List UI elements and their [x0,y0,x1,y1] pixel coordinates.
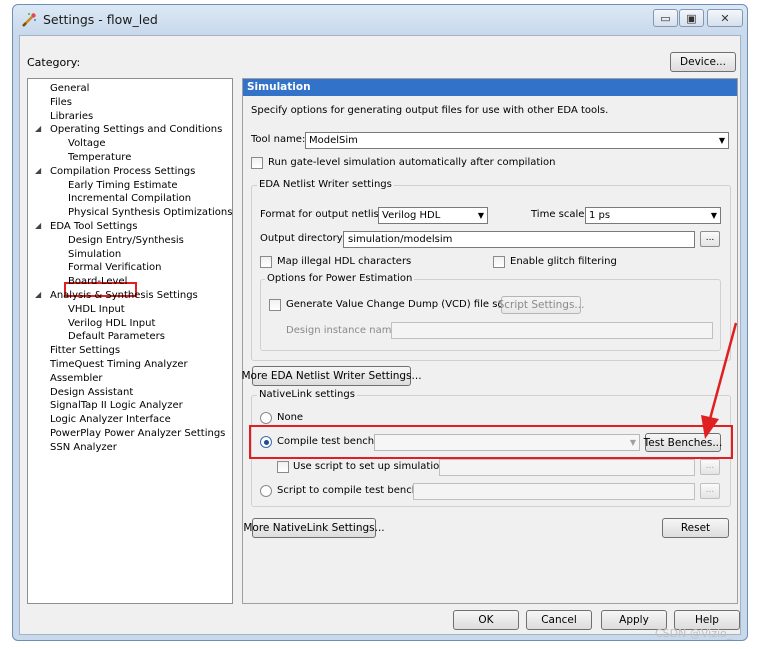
format-select[interactable]: Verilog HDL ▼ [378,207,488,224]
tree-expand-icon[interactable]: ◢ [35,166,41,175]
format-value: Verilog HDL [382,210,441,221]
window-title: Settings - flow_led [43,12,158,27]
tree-item[interactable]: General [50,82,89,96]
power-estimation-group [260,279,721,351]
settings-wand-icon [22,13,36,27]
tree-item[interactable]: Incremental Compilation [68,192,191,206]
tree-item[interactable]: Fitter Settings [50,344,120,358]
output-directory-browse-button[interactable]: ... [700,231,720,247]
time-scale-select[interactable]: 1 ps ▼ [585,207,721,224]
tree-item[interactable]: Temperature [68,151,131,165]
category-label: Category: [27,56,81,69]
glitch-filtering-label: Enable glitch filtering [510,256,617,267]
script-compile-label: Script to compile test bench: [277,485,422,496]
use-script-checkbox[interactable] [277,461,289,473]
time-scale-value: 1 ps [589,210,611,221]
nativelink-title: NativeLink settings [257,389,357,400]
design-instance-input[interactable] [391,322,713,339]
use-script-input[interactable] [439,459,695,476]
tree-item[interactable]: Design Entry/Synthesis [68,234,184,248]
output-directory-input[interactable]: simulation/modelsim [343,231,695,248]
tree-item[interactable]: Files [50,96,72,110]
tree-expand-icon[interactable]: ◢ [35,124,41,133]
dropdown-arrow-icon: ▼ [718,136,725,145]
dropdown-arrow-icon: ▼ [710,211,717,220]
tree-expand-icon[interactable]: ◢ [35,290,41,299]
cancel-button[interactable]: Cancel [526,610,592,630]
tree-item[interactable]: Physical Synthesis Optimizations [68,206,232,220]
format-label: Format for output netlist: [260,209,386,220]
vcd-checkbox[interactable] [269,299,281,311]
tool-name-select[interactable]: ModelSim ▼ [305,132,729,149]
tree-item-selected[interactable]: Simulation [68,248,121,262]
more-eda-netlist-button[interactable]: More EDA Netlist Writer Settings... [241,366,422,386]
design-instance-label: Design instance name: [286,325,401,336]
tool-name-label: Tool name: [251,134,306,145]
script-settings-button[interactable]: Script Settings... [498,296,584,314]
script-compile-radio[interactable] [260,485,272,497]
script-compile-input[interactable] [413,483,695,500]
tree-item[interactable]: EDA Tool Settings [50,220,137,234]
tree-item[interactable]: Design Assistant [50,386,133,400]
tree-item[interactable]: Board-Level [68,275,127,289]
tree-item[interactable]: Early Timing Estimate [68,179,178,193]
category-tree[interactable]: General Files Libraries ◢ Operating Settings… [27,78,233,604]
tree-item[interactable]: Analysis & Synthesis Settings [50,289,198,303]
device-button[interactable]: Device... [670,52,736,72]
tree-item[interactable]: SSN Analyzer [50,441,117,455]
use-script-label: Use script to set up simulation: [293,461,449,472]
map-illegal-label: Map illegal HDL characters [277,256,412,267]
panel-description: Specify options for generating output fi… [251,105,609,116]
tree-item[interactable]: Verilog HDL Input [68,317,155,331]
title-bar: Settings - flow_led ▭ ▣ ✕ [13,5,747,35]
compile-test-bench-highlight-box [249,425,733,459]
dropdown-arrow-icon: ▼ [477,211,484,220]
map-illegal-checkbox[interactable] [260,256,272,268]
none-label: None [277,412,304,423]
output-directory-label: Output directory: [260,233,346,244]
watermark: CSDN @Vizio_ [655,627,733,640]
close-icon: ✕ [720,11,730,25]
run-gate-level-checkbox[interactable] [251,157,263,169]
power-estimation-title: Options for Power Estimation [265,273,415,284]
minimize-button[interactable]: ▭ [653,9,678,27]
tree-item[interactable]: Operating Settings and Conditions [50,123,222,137]
use-script-browse-button[interactable]: ... [700,459,720,475]
more-nativelink-button[interactable]: More NativeLink Settings... [243,518,385,538]
simulation-panel: Simulation Specify options for generatin… [241,78,738,604]
glitch-filtering-checkbox[interactable] [493,256,505,268]
ok-button[interactable]: OK [453,610,519,630]
tree-expand-icon[interactable]: ◢ [35,221,41,230]
tool-name-value: ModelSim [309,135,358,146]
script-compile-browse-button[interactable]: ... [700,483,720,499]
settings-window: Settings - flow_led ▭ ▣ ✕ Category: Devi… [12,4,748,641]
tree-item[interactable]: Compilation Process Settings [50,165,195,179]
close-button[interactable]: ✕ [707,9,743,27]
reset-button[interactable]: Reset [662,518,729,538]
annotation-arrow-icon [701,322,738,439]
minimize-icon: ▭ [660,11,671,25]
tree-item[interactable]: Formal Verification [68,261,161,275]
maximize-button[interactable]: ▣ [679,9,704,27]
tree-item[interactable]: TimeQuest Timing Analyzer [50,358,188,372]
vcd-label: Generate Value Change Dump (VCD) file sc… [286,299,521,310]
tree-item[interactable]: Assembler [50,372,103,386]
tree-item[interactable]: Voltage [68,137,106,151]
tree-item[interactable]: VHDL Input [68,303,125,317]
panel-header: Simulation [243,79,737,96]
run-gate-level-label: Run gate-level simulation automatically … [268,157,556,168]
tree-item[interactable]: Libraries [50,110,93,124]
tree-item[interactable]: Default Parameters [68,330,165,344]
netlist-writer-title: EDA Netlist Writer settings [257,179,394,190]
time-scale-label: Time scale: [531,209,588,220]
tree-item[interactable]: PowerPlay Power Analyzer Settings [50,427,225,441]
maximize-icon: ▣ [686,11,697,25]
dialog-client-area: Category: Device... General Files Librarie… [19,35,741,635]
tree-item[interactable]: Logic Analyzer Interface [50,413,171,427]
tree-item[interactable]: SignalTap II Logic Analyzer [50,399,183,413]
none-radio[interactable] [260,412,272,424]
